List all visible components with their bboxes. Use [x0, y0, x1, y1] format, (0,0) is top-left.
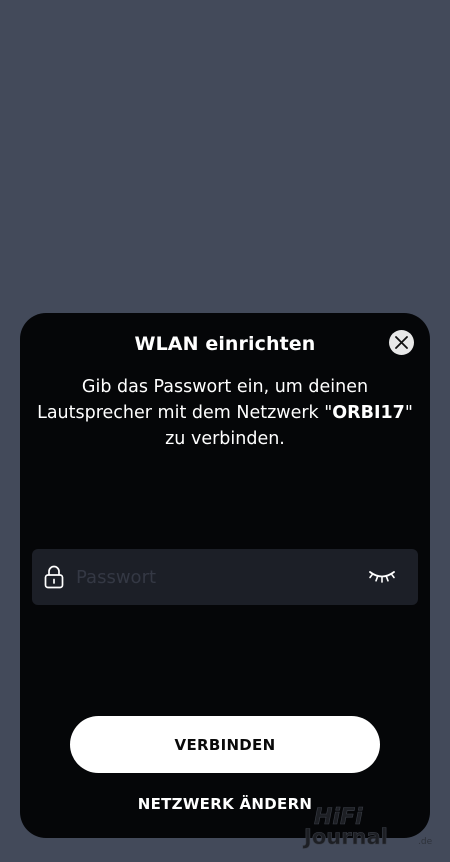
watermark-suffix: .de [418, 837, 433, 847]
watermark-text-bottom: Journal [302, 825, 388, 849]
description-text-before: Gib das Passwort ein, um deinen Lautspre… [37, 377, 369, 423]
hifi-journal-watermark: HiFi Journal .de [302, 805, 433, 850]
lock-icon [44, 565, 64, 589]
connect-button[interactable]: VERBINDEN [70, 716, 380, 773]
dialog-description: Gib das Passwort ein, um deinen Lautspre… [30, 374, 420, 452]
eye-closed-icon[interactable] [368, 568, 396, 586]
network-name: ORBI17 [332, 403, 405, 423]
password-input[interactable] [76, 549, 356, 605]
wifi-setup-dialog: WLAN einrichten Gib das Passwort ein, um… [20, 313, 430, 838]
close-button[interactable] [389, 330, 414, 355]
close-icon [395, 336, 408, 349]
dialog-title: WLAN einrichten [134, 333, 316, 355]
password-field[interactable] [32, 549, 418, 605]
